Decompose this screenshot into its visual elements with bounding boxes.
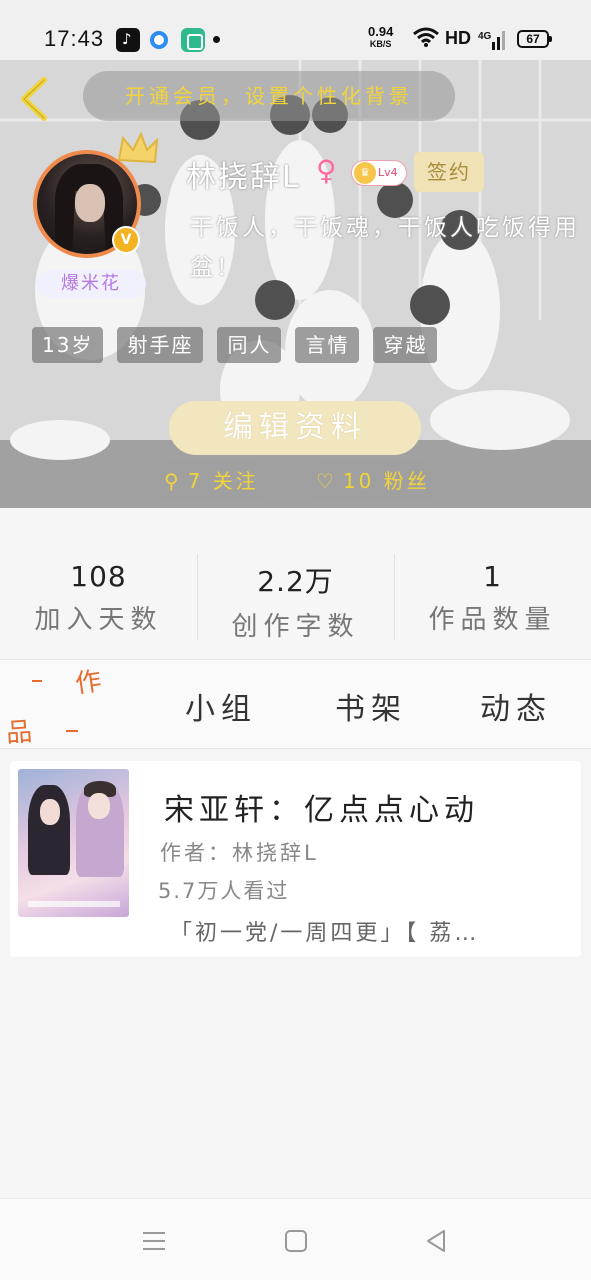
- heart-icon: ♡: [316, 469, 337, 493]
- signal-icon: 4G: [478, 31, 505, 50]
- avatar-face: [75, 184, 105, 222]
- stat-value: 108: [70, 560, 127, 593]
- network-speed: 0.94 KB/S: [368, 24, 394, 49]
- tiktok-notification-icon: [116, 28, 140, 52]
- tag-time-travel: 穿越: [373, 327, 438, 363]
- clock: 17:43: [44, 26, 105, 51]
- home-icon[interactable]: [282, 1227, 310, 1255]
- back-icon[interactable]: [14, 74, 54, 124]
- tab-groups[interactable]: 小组: [185, 684, 257, 728]
- status-bar: 17:43 0.94 KB/S HD 4G 67: [0, 0, 591, 60]
- level-crown-icon: ♛: [354, 162, 376, 184]
- more-notifications-icon: [213, 36, 220, 43]
- fans-button[interactable]: ♡ 10 粉丝: [302, 461, 440, 501]
- cover-figure: [88, 793, 110, 819]
- tab-decoration: [32, 680, 42, 682]
- work-title[interactable]: 宋亚轩：亿点点心动: [164, 785, 479, 829]
- tab-bookshelf[interactable]: 书架: [335, 684, 407, 728]
- profile-bio: 干饭人，干饭魂，干饭人吃饭得用盆！: [190, 215, 580, 281]
- stat-works-count: 1 作品数量: [394, 560, 591, 636]
- stats-row: 108 加入天数 2.2万 创作字数 1 作品数量: [0, 508, 591, 658]
- cover-footer: [28, 901, 120, 907]
- tab-decoration: [66, 730, 78, 732]
- popcorn-badge: 爆米花: [36, 270, 146, 298]
- following-button[interactable]: ⚲ 7 关注: [150, 461, 274, 501]
- profile-header: 开通会员，设置个性化背景 V 爆米花 林挠辞L ♀ ♛ Lv4 签约 干饭人，干…: [0, 60, 591, 508]
- app-notification-icon: [150, 31, 168, 49]
- work-author: 作者：林挠辞L: [160, 841, 319, 865]
- username: 林挠辞L: [186, 160, 301, 195]
- profile-tabs: 作 品 小组 书架 动态: [0, 659, 591, 749]
- tag-romance: 言情: [295, 327, 360, 363]
- level-badge: ♛ Lv4: [351, 160, 407, 186]
- menu-icon[interactable]: [140, 1227, 168, 1255]
- fans-label: 10 粉丝: [342, 469, 430, 493]
- tab-works-char2: 品: [5, 717, 34, 749]
- tag-fanfic: 同人: [217, 327, 282, 363]
- cover-figure: [40, 799, 60, 825]
- tab-works-char1: 作: [73, 666, 104, 700]
- work-card[interactable]: 宋亚轩：亿点点心动 作者：林挠辞L 5.7万人看过 「初一党/一周四更」【 荔…: [10, 761, 581, 957]
- tag-age: 13岁: [32, 327, 104, 363]
- message-notification-icon: [181, 28, 205, 52]
- battery-icon: 67: [517, 30, 552, 48]
- back-nav-icon[interactable]: [422, 1227, 450, 1255]
- stat-label: 创作字数: [231, 612, 360, 642]
- verified-badge-icon: V: [112, 226, 140, 254]
- level-text: Lv4: [378, 166, 398, 179]
- edit-profile-button[interactable]: 编辑资料: [169, 401, 421, 455]
- stat-value: 1: [483, 560, 502, 593]
- female-gender-icon: ♀: [316, 154, 337, 187]
- work-views: 5.7万人看过: [158, 879, 290, 903]
- stat-words-written: 2.2万 创作字数: [197, 560, 394, 643]
- network-type: 4G: [478, 31, 492, 42]
- stat-value: 2.2万: [257, 565, 334, 598]
- signed-author-badge[interactable]: 签约: [414, 152, 484, 192]
- profile-tags: 13岁 射手座 同人 言情 穿越: [32, 327, 438, 363]
- stat-label: 作品数量: [428, 605, 557, 635]
- following-label: 7 关注: [187, 469, 259, 493]
- vip-background-button[interactable]: 开通会员，设置个性化背景: [83, 71, 455, 121]
- tab-works[interactable]: 作 品: [0, 660, 120, 750]
- work-description: 「初一党/一周四更」【 荔…: [170, 921, 480, 946]
- book-cover[interactable]: [18, 769, 129, 917]
- stat-days-joined: 108 加入天数: [0, 560, 197, 636]
- system-nav-bar: [0, 1198, 591, 1280]
- hd-indicator: HD: [445, 28, 471, 48]
- person-add-icon: ⚲: [164, 469, 182, 493]
- tab-feed[interactable]: 动态: [480, 684, 552, 728]
- wifi-icon: [413, 27, 439, 47]
- tag-zodiac: 射手座: [117, 327, 204, 363]
- stat-label: 加入天数: [34, 605, 163, 635]
